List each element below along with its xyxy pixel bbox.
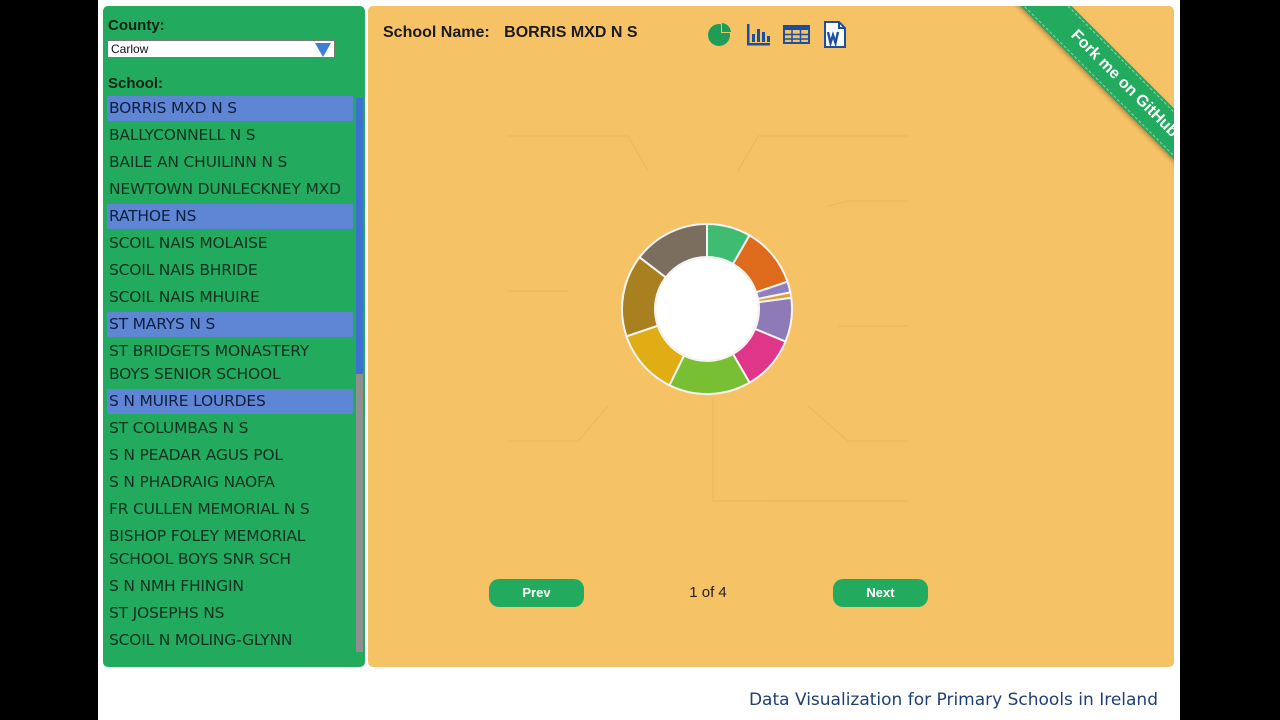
prev-button[interactable]: Prev <box>489 579 584 607</box>
dropdown-arrow-icon <box>315 43 331 57</box>
filter-panel: County: Carlow School: BORRIS MXD N S BAL… <box>103 6 365 667</box>
scrollbar-track <box>356 374 363 652</box>
school-list-item[interactable]: FR CULLEN MEMORIAL N S <box>107 497 353 522</box>
school-list[interactable]: BORRIS MXD N S BALLYCONNELL N S BAILE AN C… <box>107 96 353 652</box>
page: County: Carlow School: BORRIS MXD N S BAL… <box>98 0 1180 720</box>
next-button[interactable]: Next <box>833 579 928 607</box>
school-list-item[interactable]: RATHOE NS <box>107 204 353 229</box>
school-list-scrollbar[interactable] <box>356 98 363 652</box>
school-list-item[interactable]: SCOIL NAIS BHRIDE <box>107 258 353 283</box>
school-list-item[interactable]: S N PEADAR AGUS POL <box>107 443 353 468</box>
school-list-item[interactable]: SCOIL N MOLING-GLYNN <box>107 628 353 652</box>
school-list-item[interactable]: SCOIL NAIS MOLAISE <box>107 231 353 256</box>
scrollbar-thumb[interactable] <box>356 98 363 374</box>
county-select[interactable]: Carlow <box>107 40 335 58</box>
school-list-item[interactable]: BISHOP FOLEY MEMORIAL SCHOOL BOYS SNR SC… <box>107 524 353 572</box>
footer-title: Data Visualization for Primary Schools i… <box>748 690 1158 710</box>
school-list-item[interactable]: BORRIS MXD N S <box>107 96 353 121</box>
school-list-item[interactable]: NEWTOWN DUNLECKNEY MXD <box>107 177 353 202</box>
donut-slices <box>621 222 793 395</box>
school-list-item[interactable]: S N NMH FHINGIN <box>107 574 353 599</box>
county-selected-value: Carlow <box>111 42 149 56</box>
school-list-item[interactable]: S N MUIRE LOURDES <box>107 389 353 414</box>
school-list-item[interactable]: ST COLUMBAS N S <box>107 416 353 441</box>
ribbon-text: Fork me on GitHub <box>1013 6 1174 195</box>
school-list-item[interactable]: ST MARYS N S <box>107 312 353 337</box>
school-list-item[interactable]: SCOIL NAIS MHUIRE <box>107 285 353 310</box>
school-label: School: <box>108 75 163 92</box>
school-list-item[interactable]: BAILE AN CHUILINN N S <box>107 150 353 175</box>
county-label: County: <box>108 17 165 34</box>
school-list-item[interactable]: ST JOSEPHS NS <box>107 601 353 626</box>
github-ribbon-container: Fork me on GitHub <box>974 6 1174 206</box>
school-list-item[interactable]: ST BRIDGETS MONASTERY BOYS SENIOR SCHOOL <box>107 339 353 387</box>
school-list-item[interactable]: S N PHADRAIG NAOFA <box>107 470 353 495</box>
fork-on-github-ribbon[interactable]: Fork me on GitHub <box>1012 6 1174 196</box>
chart-panel: School Name: BORRIS MXD N S Prev 1 of 4 … <box>368 6 1174 667</box>
page-indicator: 1 of 4 <box>689 584 727 601</box>
school-list-item[interactable]: BALLYCONNELL N S <box>107 123 353 148</box>
donut-hole <box>656 258 758 360</box>
